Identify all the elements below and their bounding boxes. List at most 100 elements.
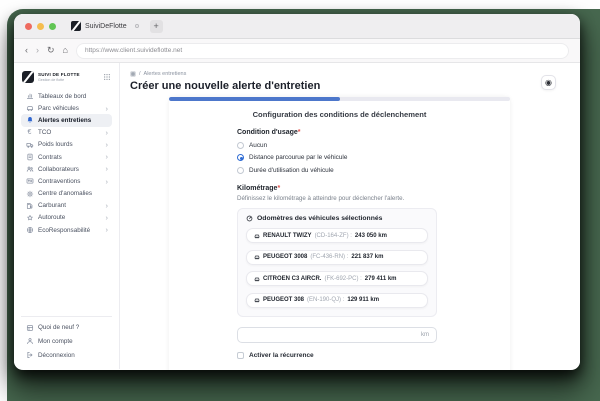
- fuel-pump-icon: [25, 202, 34, 210]
- globe-icon: [25, 226, 34, 234]
- radio-option-distance[interactable]: Distance parcourue par le véhicule: [237, 154, 437, 161]
- vehicle-odometer-value: 279 411 km: [364, 275, 397, 282]
- sidebar-item-label: Collaborateurs: [38, 165, 79, 173]
- chevron-right-icon: ›: [105, 103, 109, 113]
- kilometrage-input-wrapper: km: [237, 326, 437, 343]
- radio-selected-icon[interactable]: [237, 154, 244, 161]
- vehicle-odometer-value: 243 050 km: [354, 232, 387, 239]
- required-marker: *: [297, 129, 301, 136]
- sidebar-item-collaborateurs[interactable]: Collaborateurs ›: [21, 163, 112, 175]
- sidebar-item-label: Quoi de neuf ?: [38, 324, 80, 331]
- sidebar: SUIVI DE FLOTTE Gestion de flotte Tablea…: [14, 63, 120, 369]
- vehicle-plate: (FC-436-RN) :: [310, 254, 349, 260]
- app-logo-subtitle: Gestion de flotte: [38, 78, 65, 82]
- sidebar-item-tco[interactable]: € TCO ›: [21, 127, 112, 139]
- radio-option-duree[interactable]: Durée d'utilisation du véhicule: [237, 166, 437, 174]
- sidebar-item-carburant[interactable]: Carburant ›: [21, 200, 112, 212]
- vehicle-plate: (CD-164-ZF) :: [314, 232, 352, 239]
- forward-icon[interactable]: ›: [36, 46, 39, 55]
- car-icon: [25, 104, 34, 112]
- sidebar-item-label: Poids lourds: [38, 141, 73, 149]
- sidebar-item-poids-lourds[interactable]: Poids lourds ›: [21, 139, 112, 151]
- odometers-panel: Odomètres des véhicules sélectionnés REN…: [237, 207, 437, 317]
- tab-close-icon[interactable]: [134, 24, 139, 28]
- radio-option-aucun[interactable]: Aucun: [237, 141, 437, 149]
- sidebar-item-label: TCO: [38, 129, 52, 137]
- sidebar-footer: Quoi de neuf ? Mon compte Déconnexion: [21, 315, 112, 362]
- browser-titlebar: SuiviDeFlotte +: [14, 14, 580, 39]
- chevron-right-icon: ›: [105, 213, 109, 223]
- chevron-right-icon: ›: [105, 140, 109, 150]
- sidebar-item-contrats[interactable]: Contrats ›: [21, 151, 112, 163]
- tab-title: SuiviDeFlotte: [85, 22, 127, 30]
- sidebar-item-contraventions[interactable]: Contraventions ›: [21, 175, 112, 187]
- chevron-right-icon: ›: [105, 127, 109, 137]
- zoom-window-button[interactable]: [49, 22, 56, 30]
- chevron-right-icon: ›: [105, 152, 109, 162]
- radio-icon[interactable]: [237, 141, 244, 149]
- back-icon[interactable]: ‹: [25, 46, 28, 55]
- url-text: https://www.client.suivideflotte.net: [84, 47, 183, 54]
- app-logo[interactable]: SUIVI DE FLOTTE Gestion de flotte: [22, 71, 111, 83]
- radio-label: Durée d'utilisation du véhicule: [249, 166, 334, 174]
- site-favicon-icon: [71, 21, 81, 31]
- sidebar-item-quoi-de-neuf[interactable]: Quoi de neuf ?: [21, 321, 112, 335]
- bar-chart-icon: [25, 92, 34, 100]
- minimize-window-button[interactable]: [37, 22, 44, 30]
- id-card-icon: [25, 177, 34, 185]
- apps-grid-icon[interactable]: [103, 73, 111, 81]
- breadcrumb-section[interactable]: Alertes entretiens: [144, 71, 187, 77]
- sidebar-item-label: Contraventions: [38, 177, 81, 185]
- vehicle-odometer-row[interactable]: CITROEN C3 AIRCR. (FK-692-PC) : 279 411 …: [246, 271, 428, 286]
- car-icon: [254, 233, 260, 239]
- sidebar-item-parc-vehicules[interactable]: Parc véhicules ›: [21, 102, 112, 114]
- alert-config-card: Configuration des conditions de déclench…: [169, 97, 510, 370]
- gauge-icon: [246, 215, 253, 222]
- required-marker: *: [277, 184, 281, 192]
- star-icon: [25, 214, 34, 222]
- sidebar-item-label: Alertes entretiens: [38, 116, 92, 124]
- car-icon: [254, 276, 260, 282]
- page-title: Créer une nouvelle alerte d'entretien: [130, 80, 321, 92]
- sidebar-item-label: Déconnexion: [38, 351, 75, 359]
- reload-icon[interactable]: ↻: [47, 46, 55, 55]
- sidebar-item-mon-compte[interactable]: Mon compte: [21, 334, 112, 348]
- progress-bar: [169, 97, 510, 101]
- progress-fill: [169, 97, 340, 101]
- vehicle-odometer-row[interactable]: PEUGEOT 3008 (FC-436-RN) : 221 837 km: [246, 249, 428, 265]
- radio-icon[interactable]: [237, 166, 244, 174]
- sidebar-item-label: Tableaux de bord: [38, 92, 87, 100]
- recurrence-label: Activer la récurrence: [249, 351, 314, 359]
- sidebar-item-ecoresponsabilite[interactable]: EcoResponsabilité ›: [21, 224, 112, 236]
- address-bar[interactable]: https://www.client.suivideflotte.net: [75, 42, 569, 59]
- vehicle-odometer-row[interactable]: RENAULT TWIZY (CD-164-ZF) : 243 050 km: [246, 228, 428, 243]
- home-icon[interactable]: ⌂: [63, 46, 68, 55]
- sidebar-item-alertes-entretiens[interactable]: Alertes entretiens: [21, 114, 112, 127]
- vehicle-name: PEUGEOT 3008: [263, 254, 308, 260]
- recurrence-checkbox-row[interactable]: Activer la récurrence: [237, 351, 437, 359]
- vehicle-plate: (FK-692-PC) :: [324, 275, 362, 282]
- truck-icon: [25, 141, 34, 149]
- vehicle-odometer-row[interactable]: PEUGEOT 308 (EN-190-QJ) : 129 911 km: [246, 292, 428, 308]
- odometers-panel-header: Odomètres des véhicules sélectionnés: [246, 215, 428, 222]
- sidebar-item-centre-anomalies[interactable]: Centre d'anomalies: [21, 188, 112, 200]
- sidebar-item-autoroute[interactable]: Autoroute ›: [21, 212, 112, 224]
- radio-label: Distance parcourue par le véhicule: [249, 154, 348, 161]
- sidebar-item-tableaux-de-bord[interactable]: Tableaux de bord: [21, 90, 112, 102]
- help-button[interactable]: ◉: [541, 75, 556, 90]
- car-icon: [254, 297, 260, 303]
- vehicle-odometer-value: 221 837 km: [351, 254, 384, 260]
- people-icon: [25, 165, 34, 173]
- sidebar-item-deconnexion[interactable]: Déconnexion: [21, 348, 112, 362]
- checkbox-icon[interactable]: [237, 351, 244, 359]
- browser-tab[interactable]: SuiviDeFlotte: [71, 21, 139, 31]
- radio-label: Aucun: [249, 141, 268, 149]
- sidebar-item-label: Mon compte: [38, 337, 73, 345]
- new-tab-button[interactable]: +: [149, 19, 163, 33]
- user-icon: [25, 337, 34, 345]
- vehicle-name: RENAULT TWIZY: [263, 232, 312, 239]
- kilometrage-label: Kilométrage*: [237, 184, 281, 192]
- kilometrage-helper-text: Définissez le kilométrage à atteindre po…: [237, 194, 405, 202]
- kilometrage-input[interactable]: [245, 331, 421, 338]
- close-window-button[interactable]: [25, 22, 32, 30]
